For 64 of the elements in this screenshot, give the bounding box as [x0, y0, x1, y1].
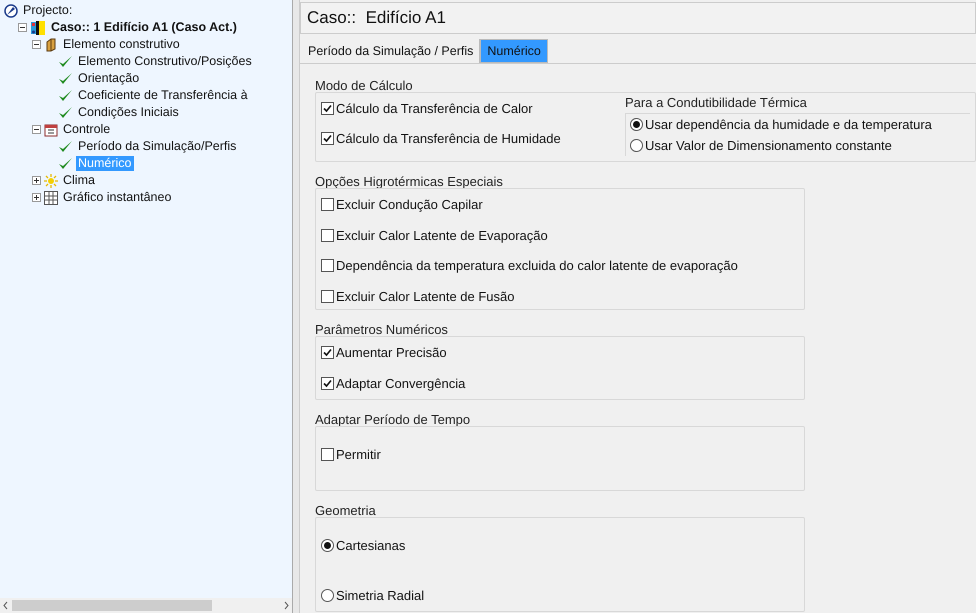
option-label: Cálculo da Transferência de Calor	[336, 100, 533, 118]
collapse-icon[interactable]	[32, 40, 41, 49]
checkbox[interactable]	[321, 290, 334, 303]
option-label: Dependência da temperatura excluida do calor latente de evaporação	[336, 257, 738, 275]
tree-item[interactable]: Elemento construtivo	[61, 37, 182, 52]
group-title: Para a Condutibilidade Térmica	[625, 94, 808, 112]
checkbox[interactable]	[321, 448, 334, 462]
radio-button[interactable]	[321, 588, 334, 602]
tree-item[interactable]: Período da Simulação/Perfis	[76, 139, 238, 154]
option-label: Excluir Condução Capilar	[336, 196, 483, 214]
tree-item[interactable]: Condições Iniciais	[76, 105, 181, 120]
option-label: Usar Valor de Dimensionamento constante	[645, 137, 892, 155]
checkbox[interactable]	[321, 132, 334, 145]
checkmark-icon	[58, 89, 73, 102]
checkbox[interactable]	[321, 376, 334, 390]
option-label: Excluir Calor Latente de Evaporação	[336, 226, 548, 245]
option-label: Aumentar Precisão	[336, 344, 447, 362]
tree-item[interactable]: Elemento Construtivo/Posições	[76, 54, 254, 69]
sun-icon	[44, 174, 58, 188]
option-label: Permitir	[336, 446, 381, 464]
table-icon	[44, 190, 58, 204]
checkmark-icon	[58, 157, 73, 170]
collapse-icon[interactable]	[32, 125, 41, 134]
case-title: Caso:: Edifício A1	[307, 7, 446, 30]
checkbox[interactable]	[321, 198, 334, 212]
option-label: Adaptar Convergência	[336, 374, 466, 393]
tree-item[interactable]: Projecto:	[21, 3, 74, 18]
checkmark-icon	[58, 55, 73, 68]
radio-button[interactable]	[321, 539, 334, 552]
checkmark-icon	[58, 106, 73, 119]
checkbox[interactable]	[321, 102, 334, 116]
expand-icon[interactable]	[32, 176, 41, 185]
checkmark-icon	[58, 72, 73, 85]
tree-item[interactable]: Caso:: 1 Edifício A1 (Caso Act.)	[49, 20, 239, 35]
group-title: Geometria	[315, 502, 377, 517]
expand-icon[interactable]	[32, 193, 41, 202]
horizontal-scrollbar[interactable]	[0, 598, 292, 613]
tree-item[interactable]: Clima	[61, 173, 97, 188]
checkbox[interactable]	[321, 228, 334, 242]
group-title: Opções Higrotérmicas Especiais	[315, 173, 504, 188]
option-label: Cartesianas	[336, 537, 406, 555]
calendar-icon	[44, 122, 58, 136]
building-icon	[30, 20, 46, 36]
scrollbar-thumb[interactable]	[12, 600, 212, 611]
radio-button[interactable]	[630, 139, 643, 152]
group-title: Adaptar Período de Tempo	[315, 411, 472, 426]
tree-item[interactable]: Controle	[61, 122, 112, 137]
checkbox[interactable]	[321, 259, 334, 272]
option-label: Usar dependência da humidade e da temperatura	[645, 116, 932, 134]
collapse-icon[interactable]	[18, 23, 27, 32]
checkbox[interactable]	[321, 346, 334, 360]
tree-item[interactable]: Gráfico instantâneo	[61, 190, 174, 205]
wall-icon	[44, 38, 58, 52]
checkmark-icon	[58, 140, 73, 153]
tree-item[interactable]: Coeficiente de Transferência à	[76, 88, 250, 103]
compass-icon	[4, 4, 18, 18]
radio-button[interactable]	[630, 118, 643, 131]
group-title: Modo de Cálculo	[315, 77, 414, 92]
tree-item[interactable]: Orientação	[76, 71, 142, 86]
group-title: Parâmetros Numéricos	[315, 321, 449, 336]
tab[interactable]: Numérico	[480, 39, 548, 63]
option-label: Excluir Calor Latente de Fusão	[336, 288, 514, 306]
option-label: Simetria Radial	[336, 586, 424, 604]
option-label: Cálculo da Transferência de Humidade	[336, 130, 561, 148]
